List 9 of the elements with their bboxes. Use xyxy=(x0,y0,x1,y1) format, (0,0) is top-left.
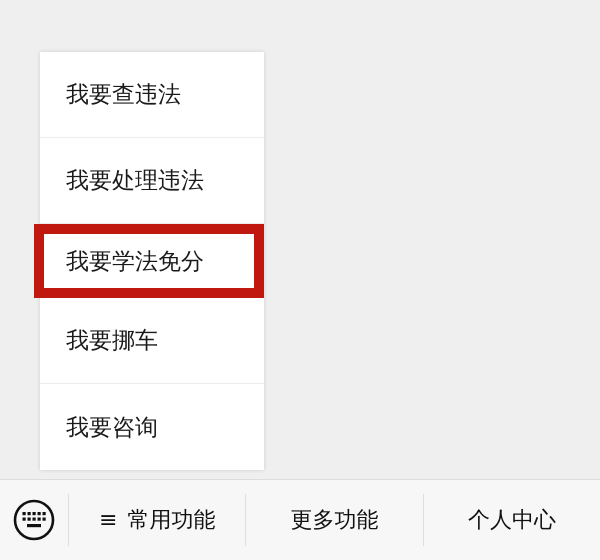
keyboard-icon[interactable] xyxy=(13,499,55,541)
menu-item[interactable]: 我要查违法 xyxy=(40,52,264,138)
menu-tab[interactable]: 更多功能 xyxy=(246,494,424,546)
menu-item[interactable]: 我要学法免分 xyxy=(34,224,264,298)
menu-item[interactable]: 我要挪车 xyxy=(40,298,264,384)
menu-tab[interactable]: ≡ 常用功能 xyxy=(69,494,246,546)
menu-tab[interactable]: 个人中心 xyxy=(424,494,600,546)
menu-item[interactable]: 我要咨询 xyxy=(40,384,264,470)
menu-item[interactable]: 我要处理违法 xyxy=(40,138,264,224)
